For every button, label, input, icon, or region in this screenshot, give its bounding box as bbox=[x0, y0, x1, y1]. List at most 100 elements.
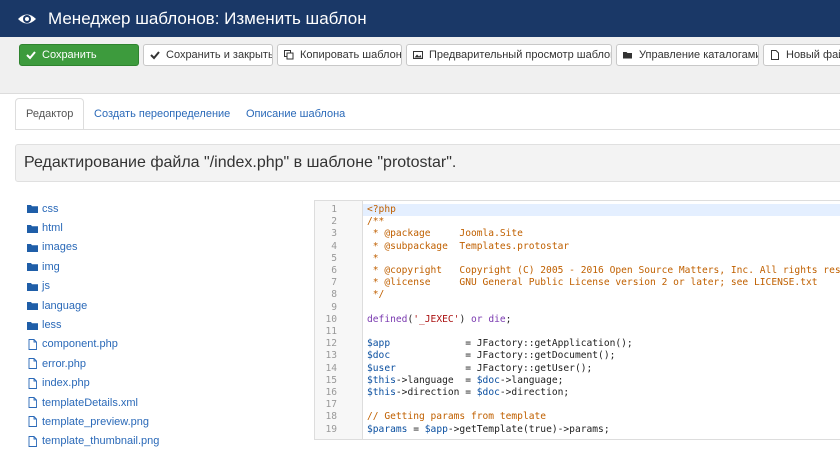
folder-open-icon bbox=[623, 52, 632, 59]
line-number: 17 bbox=[325, 399, 337, 411]
page-title: Менеджер шаблонов: Изменить шаблон bbox=[48, 8, 367, 28]
check-icon bbox=[150, 51, 160, 60]
tree-item-label: index.php bbox=[42, 377, 90, 390]
code-line: <?php bbox=[363, 204, 840, 217]
code-line: $params = $app->getTemplate(true)->param… bbox=[367, 424, 840, 436]
code-token: $app bbox=[424, 423, 448, 435]
line-number-gutter: 1 2 3 4 5 6 7 8 9 10 11 12 13 14 15 16 17 18 19 bbox=[315, 201, 363, 439]
tree-file-template-thumbnail-png[interactable]: template_thumbnail.png bbox=[27, 432, 297, 451]
tree-file-index-php[interactable]: index.php bbox=[27, 374, 297, 393]
code-token: */ bbox=[367, 289, 385, 301]
new-file-button[interactable]: Новый фай bbox=[763, 44, 840, 66]
tree-folder-less[interactable]: less bbox=[27, 315, 297, 334]
folder-icon bbox=[27, 224, 38, 233]
tab-bar: Редактор Создать переопределение Описани… bbox=[15, 98, 840, 130]
save-close-button[interactable]: Сохранить и закрыть bbox=[143, 44, 273, 66]
tree-file-templatedetails-xml[interactable]: templateDetails.xml bbox=[27, 393, 297, 412]
code-token: or die bbox=[471, 313, 506, 325]
code-line: */ bbox=[367, 289, 840, 301]
code-line: defined('_JEXEC') or die; bbox=[367, 314, 840, 326]
tree-item-label: html bbox=[42, 222, 63, 235]
code-token: $params bbox=[367, 423, 408, 435]
code-token: $doc bbox=[476, 387, 500, 398]
tree-item-label: images bbox=[42, 241, 78, 254]
tree-folder-images[interactable]: images bbox=[27, 238, 297, 257]
tree-file-component-php[interactable]: component.php bbox=[27, 335, 297, 354]
code-line: $app = JFactory::getApplication(); bbox=[367, 338, 840, 350]
code-token: $user bbox=[367, 362, 396, 374]
code-token: /** bbox=[367, 216, 385, 228]
file-icon bbox=[28, 358, 37, 370]
line-number: 16 bbox=[325, 387, 337, 398]
code-token: * @package Joomla.Site bbox=[367, 228, 523, 240]
code-token: = bbox=[407, 423, 425, 435]
toolbar: Сохранить Сохранить и закрыть Копировать… bbox=[0, 37, 840, 94]
code-line: /** bbox=[367, 216, 840, 228]
manage-folders-button[interactable]: Управление каталогами bbox=[616, 44, 759, 66]
code-line: * @copyright Copyright (C) 2005 - 2016 O… bbox=[367, 265, 840, 277]
check-icon bbox=[26, 51, 36, 60]
code-area[interactable]: <?php/** * @package Joomla.Site * @subpa… bbox=[363, 201, 840, 439]
file-title-bar: Редактирование файла "/index.php" в шабл… bbox=[15, 144, 840, 182]
save-button-label: Сохранить bbox=[42, 49, 97, 61]
preview-template-button[interactable]: Предварительный просмотр шаблона bbox=[406, 44, 612, 66]
tree-file-template-preview-png[interactable]: template_preview.png bbox=[27, 412, 297, 431]
copy-template-button[interactable]: Копировать шаблон bbox=[277, 44, 402, 66]
code-token: defined bbox=[367, 313, 408, 325]
tab-create-override[interactable]: Создать переопределение bbox=[84, 98, 240, 130]
line-number: 19 bbox=[325, 423, 337, 435]
file-icon bbox=[28, 435, 37, 447]
line-number: 8 bbox=[331, 289, 337, 301]
line-number: 9 bbox=[331, 301, 337, 313]
code-token: = JFactory::getDocument(); bbox=[390, 350, 616, 362]
code-line: // Getting params from template bbox=[367, 411, 840, 423]
line-number: 1 bbox=[331, 204, 337, 215]
code-token: * @license GNU General Public License ve… bbox=[367, 277, 818, 289]
tree-folder-language[interactable]: language bbox=[27, 296, 297, 315]
line-number: 3 bbox=[331, 228, 337, 240]
tree-item-label: error.php bbox=[42, 357, 87, 370]
tree-folder-html[interactable]: html bbox=[27, 218, 297, 237]
code-line: $this->language = $doc->language; bbox=[367, 375, 840, 387]
eye-icon bbox=[18, 14, 36, 23]
copy-icon bbox=[284, 50, 294, 60]
code-token: $this bbox=[367, 387, 396, 398]
code-token: * @copyright Copyright (C) 2005 - 2016 O… bbox=[367, 265, 840, 276]
tree-item-label: language bbox=[42, 299, 88, 312]
line-number: 4 bbox=[331, 240, 337, 252]
image-icon bbox=[413, 51, 423, 59]
code-token: $doc bbox=[476, 374, 500, 386]
folder-icon bbox=[27, 263, 38, 272]
tree-file-error-php[interactable]: error.php bbox=[27, 354, 297, 373]
code-line: * bbox=[367, 253, 840, 265]
file-icon bbox=[28, 416, 37, 428]
tree-item-label: js bbox=[42, 280, 50, 293]
folder-icon bbox=[27, 282, 38, 291]
file-icon bbox=[28, 377, 37, 389]
save-button[interactable]: Сохранить bbox=[19, 44, 139, 66]
tree-folder-css[interactable]: css bbox=[27, 199, 297, 218]
tree-folder-img[interactable]: img bbox=[27, 257, 297, 276]
code-line: $user = JFactory::getUser(); bbox=[367, 363, 840, 375]
code-line: $doc = JFactory::getDocument(); bbox=[367, 350, 840, 362]
file-icon bbox=[28, 397, 37, 409]
line-number: 7 bbox=[331, 277, 337, 289]
file-title: Редактирование файла "/index.php" в шабл… bbox=[24, 154, 457, 171]
code-token: ->language; bbox=[499, 374, 564, 386]
file-icon bbox=[771, 50, 779, 60]
line-number: 6 bbox=[331, 265, 337, 276]
new-file-label: Новый фай bbox=[786, 49, 840, 61]
code-line: * @subpackage Templates.protostar bbox=[367, 241, 840, 253]
line-number: 11 bbox=[325, 326, 337, 337]
code-editor[interactable]: 1 2 3 4 5 6 7 8 9 10 11 12 13 14 15 16 17 18 19 <?php/** *… bbox=[314, 200, 840, 440]
tree-item-label: template_preview.png bbox=[42, 415, 150, 428]
tab-template-description[interactable]: Описание шаблона bbox=[236, 98, 355, 130]
tree-folder-js[interactable]: js bbox=[27, 277, 297, 296]
code-token: * bbox=[367, 252, 379, 264]
code-token: $doc bbox=[367, 350, 391, 362]
tab-divider bbox=[15, 129, 840, 130]
save-close-label: Сохранить и закрыть bbox=[166, 49, 273, 61]
tab-editor[interactable]: Редактор bbox=[15, 98, 85, 130]
line-number: 14 bbox=[325, 362, 337, 374]
